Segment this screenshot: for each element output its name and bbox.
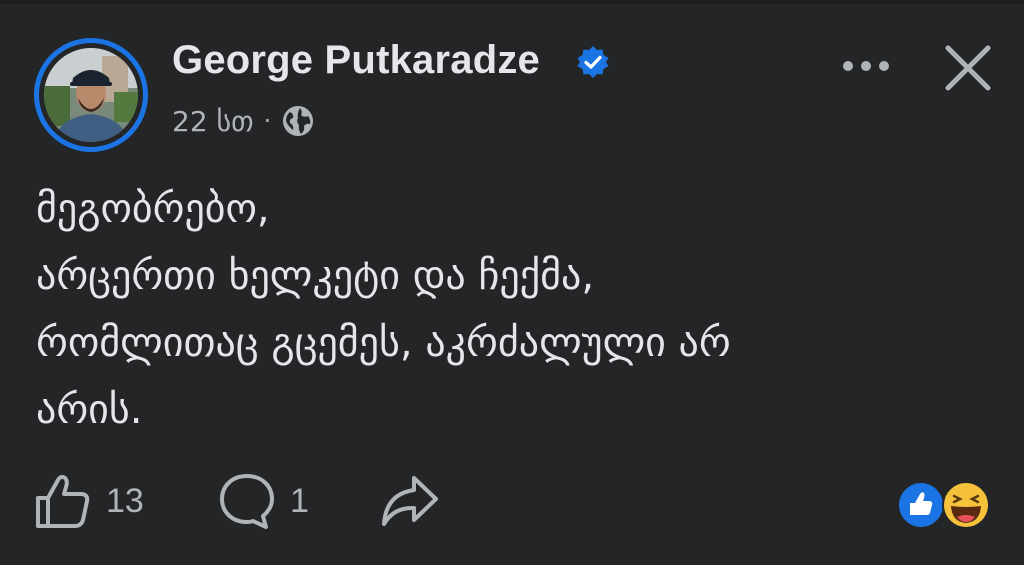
close-icon[interactable] bbox=[940, 40, 996, 96]
more-options-icon[interactable] bbox=[836, 46, 896, 86]
avatar-photo bbox=[44, 48, 138, 142]
post-body-line: არის. bbox=[36, 387, 143, 433]
comment-count: 1 bbox=[290, 481, 309, 520]
globe-icon bbox=[283, 106, 314, 136]
thumbs-up-icon bbox=[36, 474, 90, 528]
post-body-line: არცერთი ხელკეტი და ჩექმა, bbox=[36, 253, 595, 299]
post-meta: 22 სთ · bbox=[172, 104, 315, 138]
post-time[interactable]: 22 სთ bbox=[172, 105, 254, 138]
verified-badge-icon bbox=[577, 46, 609, 78]
meta-separator: · bbox=[263, 107, 272, 135]
post-body-line: მეგობრებო, bbox=[36, 186, 270, 232]
post-body: მეგობრებო, არცერთი ხელკეტი და ჩექმა, რომ… bbox=[36, 176, 996, 444]
like-reaction-icon bbox=[897, 481, 945, 529]
reactions-summary[interactable] bbox=[896, 480, 996, 530]
like-count: 13 bbox=[106, 481, 144, 520]
haha-reaction-icon bbox=[942, 481, 990, 529]
post-card: George Putkaradze 22 სთ · მეგობრებო, არც… bbox=[0, 0, 1024, 565]
author-name[interactable]: George Putkaradze bbox=[172, 38, 540, 83]
like-button[interactable]: 13 bbox=[34, 472, 144, 530]
comment-icon bbox=[220, 474, 274, 529]
author-avatar[interactable] bbox=[34, 38, 148, 152]
share-button[interactable] bbox=[380, 472, 440, 530]
post-body-line: რომლითაც გცემეს, აკრძალული არ bbox=[36, 320, 731, 366]
share-icon bbox=[382, 476, 438, 526]
post-actions: 13 1 bbox=[34, 472, 994, 536]
comment-button[interactable]: 1 bbox=[218, 472, 309, 530]
